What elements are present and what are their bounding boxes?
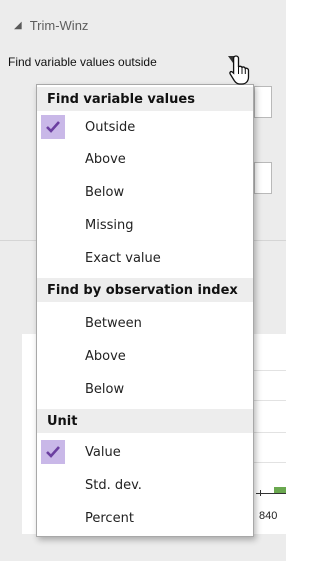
value-input-1[interactable]	[254, 86, 272, 118]
check-icon	[41, 440, 65, 464]
menu-item-value[interactable]: Value	[37, 437, 253, 467]
x-axis-tick	[260, 490, 261, 496]
menu-item-label: Percent	[85, 510, 134, 526]
menu-item-label: Above	[85, 348, 126, 364]
x-axis-tick-label: 840	[259, 510, 278, 522]
menu-item-missing[interactable]: Missing	[37, 210, 253, 240]
group-header-find-variable-values: Find variable values	[37, 87, 253, 111]
hand-cursor-icon	[229, 55, 250, 85]
menu-item-below[interactable]: Below	[37, 177, 253, 207]
group-header-find-by-observation-index: Find by observation index	[37, 278, 253, 302]
menu-item-label: Below	[85, 184, 125, 200]
find-mode-select[interactable]: Find variable values outside	[8, 52, 157, 72]
menu-item-index-below[interactable]: Below	[37, 374, 253, 404]
menu-item-index-above[interactable]: Above	[37, 341, 253, 371]
menu-item-outside[interactable]: Outside	[37, 112, 253, 142]
find-mode-dropdown-menu: Find variable values Outside Above Below…	[36, 84, 254, 537]
group-header-unit: Unit	[37, 409, 253, 433]
menu-item-label: Outside	[85, 119, 136, 135]
menu-item-label: Std. dev.	[85, 477, 142, 493]
menu-item-label: Exact value	[85, 250, 161, 266]
menu-item-label: Above	[85, 151, 126, 167]
menu-item-label: Between	[85, 315, 142, 331]
menu-item-between[interactable]: Between	[37, 308, 253, 338]
menu-item-above[interactable]: Above	[37, 144, 253, 174]
menu-item-percent[interactable]: Percent	[37, 503, 253, 533]
menu-item-label: Missing	[85, 217, 134, 233]
plot-mark	[274, 487, 286, 493]
menu-item-label: Value	[85, 444, 121, 460]
section-header[interactable]: ◢ Trim-Winz	[14, 14, 88, 36]
collapse-triangle-icon[interactable]: ◢	[14, 20, 22, 31]
menu-item-exact-value[interactable]: Exact value	[37, 243, 253, 273]
trim-winz-panel: ◢ Trim-Winz Find variable values outside…	[0, 0, 286, 561]
check-icon	[41, 115, 65, 139]
value-input-2[interactable]	[254, 162, 272, 194]
menu-item-std-dev[interactable]: Std. dev.	[37, 470, 253, 500]
menu-item-label: Below	[85, 381, 125, 397]
section-title: Trim-Winz	[29, 17, 89, 33]
